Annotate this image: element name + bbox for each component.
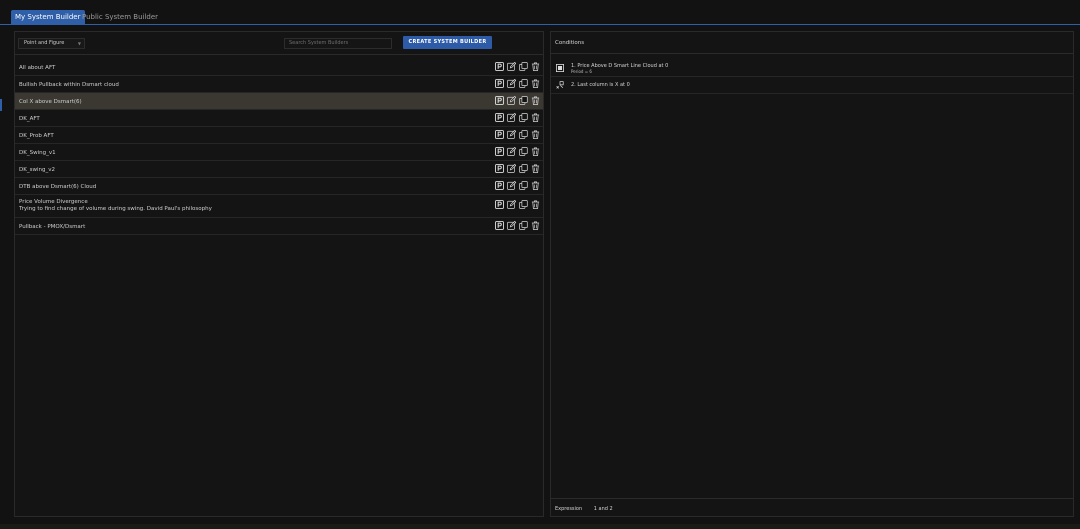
chart-type-select[interactable]: Point and Figure ▼ (18, 38, 85, 49)
copy-icon[interactable] (519, 164, 528, 174)
p-badge-icon[interactable] (495, 181, 504, 191)
system-name: DTB above Dsmart(6) Cloud (19, 184, 97, 190)
row-actions (495, 200, 540, 210)
tab-public-system-builder[interactable]: Public System Builder (78, 10, 162, 25)
trash-icon[interactable] (531, 181, 540, 191)
p-badge-icon[interactable] (495, 62, 504, 72)
system-name: DK_AFT (19, 116, 40, 122)
trash-icon[interactable] (531, 96, 540, 106)
edit-icon[interactable] (507, 130, 516, 140)
row-actions (495, 181, 540, 191)
condition-row[interactable]: 2. Last column is X at 0 (551, 77, 1073, 94)
edit-icon[interactable] (507, 221, 516, 231)
row-actions (495, 62, 540, 72)
p-badge-icon[interactable] (495, 113, 504, 123)
edit-icon[interactable] (507, 96, 516, 106)
conditions-list: 1. Price Above D Smart Line Cloud at 0 Pe… (551, 60, 1073, 94)
system-row[interactable]: DK_AFT (15, 110, 543, 127)
p-badge-icon[interactable] (495, 221, 504, 231)
row-actions (495, 130, 540, 140)
active-indicator (0, 99, 2, 111)
edit-icon[interactable] (507, 164, 516, 174)
edit-icon[interactable] (507, 181, 516, 191)
system-row[interactable]: Price Volume Divergence Trying to find ch… (15, 195, 543, 218)
copy-icon[interactable] (519, 221, 528, 231)
trash-icon[interactable] (531, 200, 540, 210)
expression-bar: Expression 1 and 2 (551, 498, 1073, 518)
trash-icon[interactable] (531, 147, 540, 157)
edit-icon[interactable] (507, 62, 516, 72)
system-row[interactable]: DK_Swing_v1 (15, 144, 543, 161)
system-row[interactable]: Bullish Pullback within Dsmart cloud (15, 76, 543, 93)
p-badge-icon[interactable] (495, 96, 504, 106)
row-actions (495, 221, 540, 231)
system-list: All about AFT Bullish Pullback within Dsm… (15, 59, 543, 235)
p-badge-icon[interactable] (495, 79, 504, 89)
copy-icon[interactable] (519, 200, 528, 210)
edit-icon[interactable] (507, 79, 516, 89)
p-badge-icon[interactable] (495, 200, 504, 210)
trash-icon[interactable] (531, 79, 540, 89)
p-badge-icon[interactable] (495, 130, 504, 140)
conditions-title: Conditions (551, 32, 1073, 54)
system-row[interactable]: All about AFT (15, 59, 543, 76)
copy-icon[interactable] (519, 130, 528, 140)
create-system-builder-button[interactable]: CREATE SYSTEM BUILDER (403, 36, 492, 49)
copy-icon[interactable] (519, 79, 528, 89)
system-row[interactable]: DTB above Dsmart(6) Cloud (15, 178, 543, 195)
condition-row[interactable]: 1. Price Above D Smart Line Cloud at 0 Pe… (551, 60, 1073, 77)
chevron-down-icon: ▼ (77, 41, 81, 46)
copy-icon[interactable] (519, 181, 528, 191)
trash-icon[interactable] (531, 62, 540, 72)
system-name: Pullback - PMOX/Dsmart (19, 224, 86, 230)
expression-label: Expression (555, 506, 583, 512)
copy-icon[interactable] (519, 96, 528, 106)
system-row[interactable]: Pullback - PMOX/Dsmart (15, 218, 543, 235)
trash-icon[interactable] (531, 164, 540, 174)
trash-icon[interactable] (531, 113, 540, 123)
tab-my-system-builder[interactable]: My System Builder (11, 10, 85, 25)
tab-bar: My System Builder Public System Builder (0, 0, 1080, 25)
system-name: DK_Prob AFT (19, 133, 54, 139)
system-name: DK_swing_v2 (19, 167, 55, 173)
edit-icon[interactable] (507, 200, 516, 210)
bottom-strip (0, 524, 1080, 529)
system-row[interactable]: DK_Prob AFT (15, 127, 543, 144)
system-row[interactable]: DK_swing_v2 (15, 161, 543, 178)
copy-icon[interactable] (519, 62, 528, 72)
system-name: Bullish Pullback within Dsmart cloud (19, 82, 119, 88)
list-toolbar: Point and Figure ▼ Search System Builder… (15, 32, 543, 55)
system-builder-list-panel: Point and Figure ▼ Search System Builder… (14, 31, 544, 517)
expression-value[interactable]: 1 and 2 (594, 506, 613, 512)
system-name: DK_Swing_v1 (19, 150, 56, 156)
trash-icon[interactable] (531, 221, 540, 231)
edit-icon[interactable] (507, 147, 516, 157)
system-description: Trying to find change of volume during s… (19, 206, 212, 212)
row-actions (495, 147, 540, 157)
condition-label: 2. Last column is X at 0 (571, 82, 630, 88)
system-row[interactable]: Col X above Dsmart(6) (15, 93, 543, 110)
p-badge-icon[interactable] (495, 164, 504, 174)
system-name: All about AFT (19, 65, 56, 71)
condition-parameter: Period = 6 (571, 69, 592, 74)
copy-icon[interactable] (519, 147, 528, 157)
system-name: Price Volume Divergence (19, 199, 88, 205)
trash-icon[interactable] (531, 130, 540, 140)
chart-type-value: Point and Figure (24, 40, 65, 46)
row-actions (495, 79, 540, 89)
edit-icon[interactable] (507, 113, 516, 123)
conditions-panel: Conditions 1. Price Above D Smart Line C… (550, 31, 1074, 517)
p-badge-icon[interactable] (495, 147, 504, 157)
system-name: Col X above Dsmart(6) (19, 99, 82, 105)
row-actions (495, 113, 540, 123)
row-actions (495, 96, 540, 106)
search-input[interactable]: Search System Builders (284, 38, 392, 49)
row-actions (495, 164, 540, 174)
copy-icon[interactable] (519, 113, 528, 123)
